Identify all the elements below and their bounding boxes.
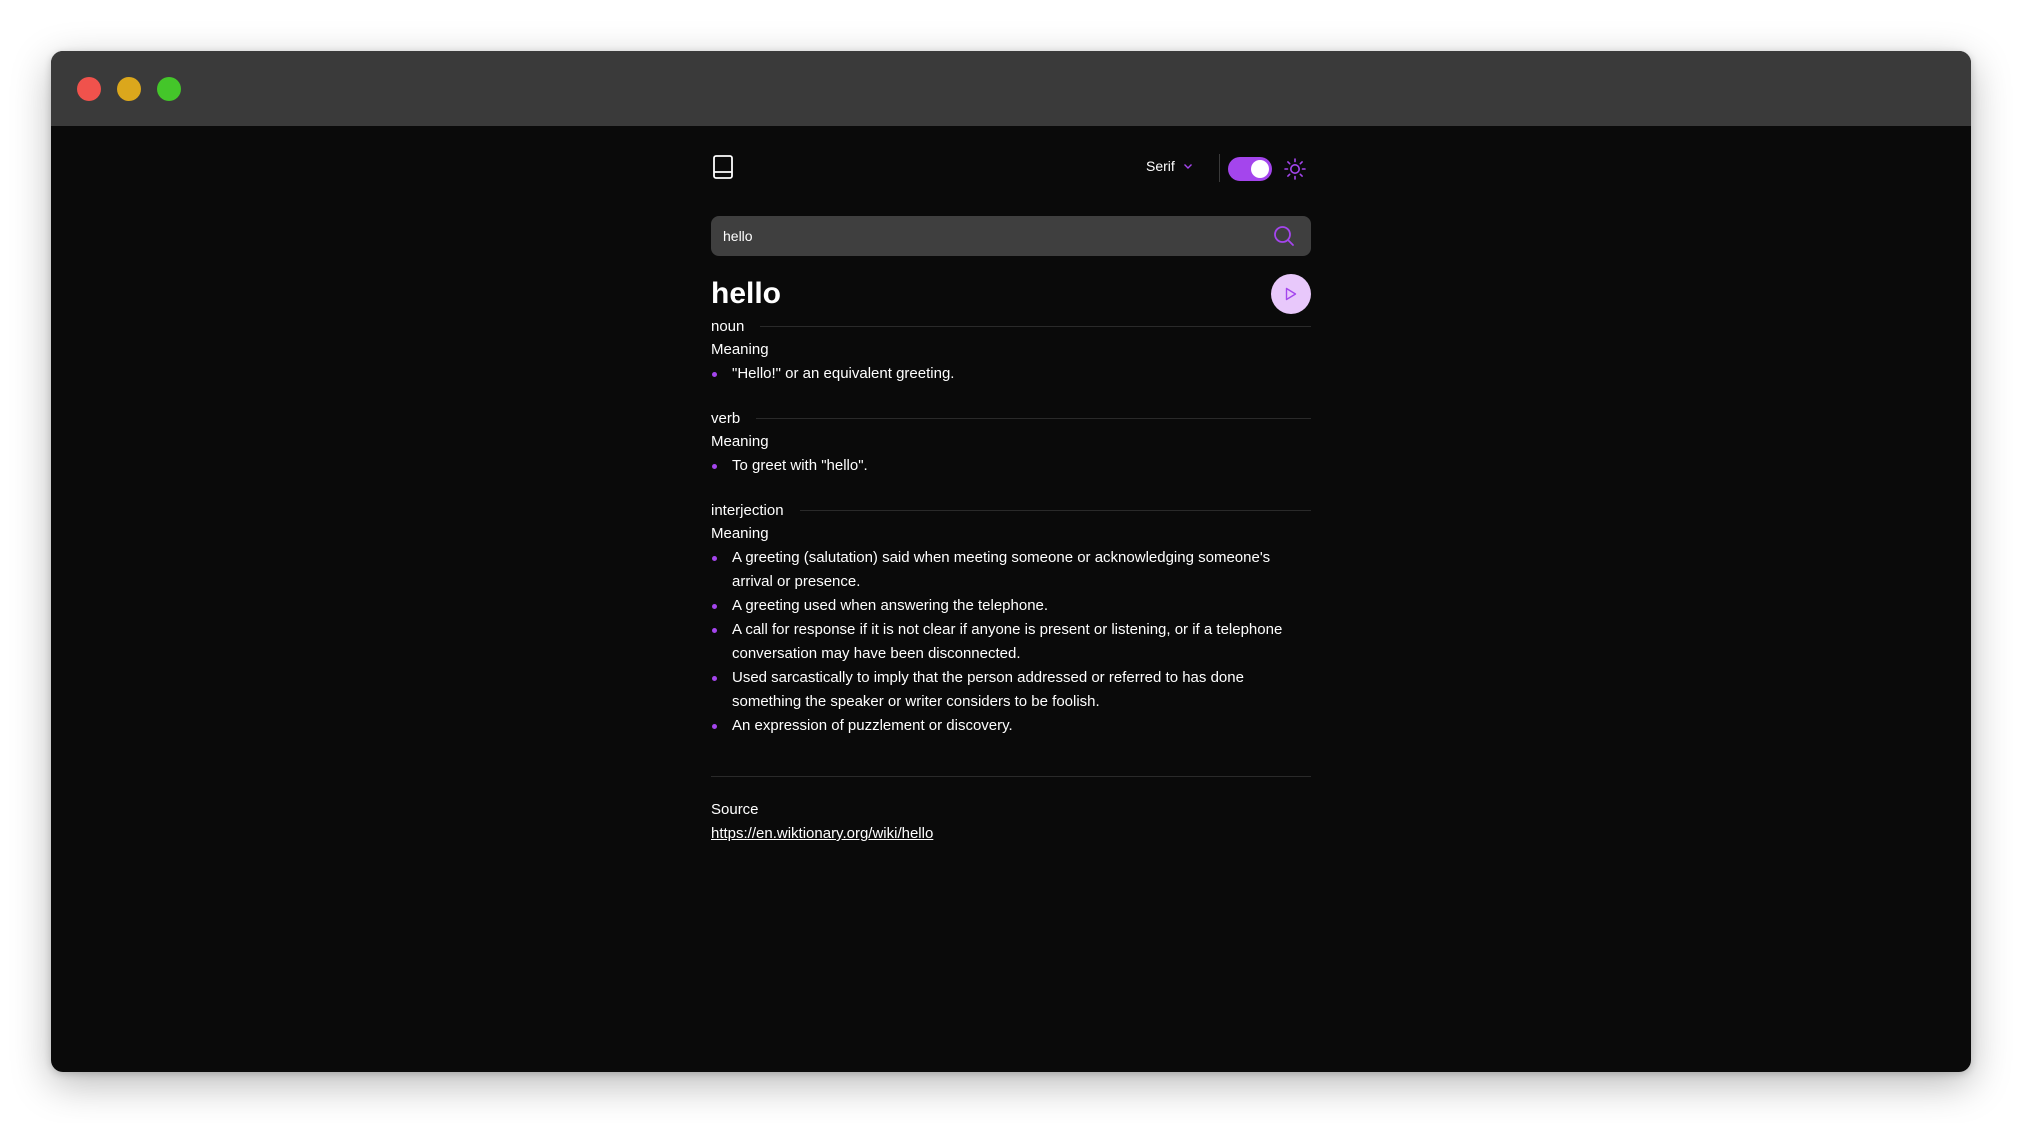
definition-item: An expression of puzzlement or discovery… xyxy=(711,714,1311,738)
source-link[interactable]: https://en.wiktionary.org/wiki/hello xyxy=(711,822,933,846)
play-pronunciation-button[interactable] xyxy=(1271,274,1311,314)
definition-item: A greeting used when answering the telep… xyxy=(711,594,1311,618)
search-icon[interactable] xyxy=(1273,225,1295,247)
close-window-button[interactable] xyxy=(77,77,101,101)
font-selector[interactable]: Serif xyxy=(1146,158,1193,174)
app-window: Serif hello hello noun Meaning "Hello!" … xyxy=(51,51,1971,1072)
definition-text: "Hello!" or an equivalent greeting. xyxy=(732,365,955,382)
search-bar xyxy=(711,216,1311,256)
maximize-window-button[interactable] xyxy=(157,77,181,101)
play-icon xyxy=(1285,287,1297,301)
meaning-heading: Meaning xyxy=(711,341,769,358)
source-label: Source xyxy=(711,801,759,818)
meaning-heading: Meaning xyxy=(711,525,769,542)
definition-list: "Hello!" or an equivalent greeting. xyxy=(711,362,1311,386)
definition-text: A greeting used when answering the telep… xyxy=(732,597,1049,614)
divider xyxy=(756,417,1311,419)
source-divider xyxy=(711,776,1311,777)
definition-list: To greet with "hello". xyxy=(711,454,1311,478)
dictionary-app: Serif hello hello noun Meaning "Hello!" … xyxy=(711,126,1311,846)
bullet xyxy=(712,556,717,561)
bullet xyxy=(712,464,717,469)
bullet xyxy=(712,628,717,633)
bullet xyxy=(712,604,717,609)
definition-text: An expression of puzzlement or discovery… xyxy=(732,717,1013,734)
bullet xyxy=(712,372,717,377)
definition-item: A call for response if it is not clear i… xyxy=(711,618,1311,666)
definition-item: Used sarcastically to imply that the per… xyxy=(711,666,1311,714)
definition-item: A greeting (salutation) said when meetin… xyxy=(711,546,1311,594)
bullet xyxy=(712,676,717,681)
definition-list: A greeting (salutation) said when meetin… xyxy=(711,546,1311,738)
chevron-down-icon xyxy=(1183,164,1192,169)
definition-item: To greet with "hello". xyxy=(711,454,1311,478)
part-of-speech-row: interjection xyxy=(711,498,1311,522)
definition-text: Used sarcastically to imply that the per… xyxy=(732,669,1244,710)
definition-item: "Hello!" or an equivalent greeting. xyxy=(711,362,1311,386)
sun-icon xyxy=(1284,158,1306,180)
part-of-speech: verb xyxy=(711,409,741,427)
part-of-speech: interjection xyxy=(711,501,784,519)
theme-toggle[interactable] xyxy=(1228,157,1272,181)
search-input[interactable] xyxy=(711,216,1251,256)
definition-text: To greet with "hello". xyxy=(732,457,868,474)
meaning-section-interjection: interjection Meaning A greeting (salutat… xyxy=(711,498,1311,738)
divider xyxy=(799,509,1311,511)
title-bar xyxy=(51,51,1971,126)
bullet xyxy=(712,724,717,729)
definition-text: A greeting (salutation) said when meetin… xyxy=(732,549,1271,590)
app-header: Serif xyxy=(711,126,1311,216)
word-title: hello xyxy=(711,277,782,310)
definition-text: A call for response if it is not clear i… xyxy=(732,621,1283,662)
header-divider xyxy=(1219,154,1220,182)
font-selector-label: Serif xyxy=(1146,158,1175,174)
meaning-heading: Meaning xyxy=(711,433,769,450)
minimize-window-button[interactable] xyxy=(117,77,141,101)
toggle-knob xyxy=(1251,160,1269,178)
meaning-section-verb: verb Meaning To greet with "hello". xyxy=(711,406,1311,478)
part-of-speech-row: verb xyxy=(711,406,1311,430)
word-header: hello xyxy=(711,272,1311,334)
book-icon[interactable] xyxy=(711,154,735,180)
